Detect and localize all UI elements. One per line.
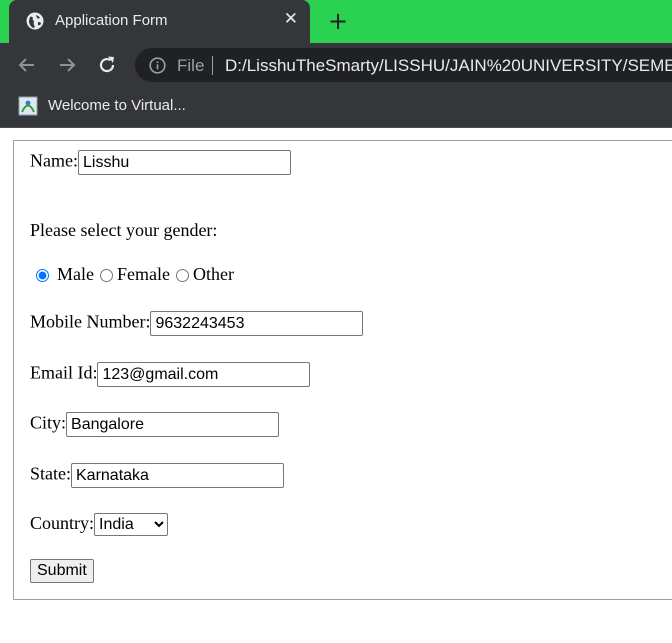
- bookmark-favicon: [18, 96, 38, 116]
- submit-button[interactable]: Submit: [30, 559, 94, 583]
- gender-prompt: Please select your gender:: [30, 220, 218, 240]
- tab-strip: Application Form ✕ +: [0, 0, 672, 43]
- country-row: Country: India: [30, 513, 169, 537]
- gender-label-female: Female: [116, 264, 170, 284]
- state-label: State:: [30, 463, 71, 484]
- back-arrow-icon[interactable]: [14, 52, 40, 78]
- city-label: City:: [30, 412, 67, 433]
- city-row: City:: [30, 412, 280, 437]
- name-input[interactable]: [77, 150, 291, 175]
- mobile-row: Mobile Number:: [30, 311, 364, 336]
- state-row: State:: [30, 463, 284, 488]
- url-text[interactable]: D:/LisshuTheSmarty/LISSHU/JAIN%20UNIVERS…: [225, 56, 672, 76]
- info-icon[interactable]: [149, 57, 166, 74]
- bookmark-item[interactable]: Welcome to Virtual...: [48, 97, 186, 114]
- name-row: Name:: [30, 150, 291, 175]
- forward-arrow-icon[interactable]: [54, 52, 80, 78]
- gender-radio-other[interactable]: [175, 269, 189, 283]
- city-input[interactable]: [66, 412, 280, 437]
- country-select[interactable]: India: [94, 513, 169, 537]
- mobile-input[interactable]: [150, 311, 364, 336]
- email-label: Email Id:: [30, 362, 98, 383]
- state-input[interactable]: [71, 463, 284, 488]
- gender-label-other: Other: [192, 264, 234, 284]
- gender-label-male: Male: [57, 264, 94, 284]
- email-input[interactable]: [97, 362, 311, 387]
- address-bar[interactable]: File D:/LisshuTheSmarty/LISSHU/JAIN%20UN…: [135, 48, 672, 82]
- new-tab-button[interactable]: +: [326, 6, 350, 36]
- gender-options: Male Female Other: [30, 264, 234, 285]
- gender-radio-female[interactable]: [99, 269, 113, 283]
- submit-row: Submit: [30, 559, 94, 583]
- browser-toolbar: File D:/LisshuTheSmarty/LISSHU/JAIN%20UN…: [0, 43, 672, 87]
- tab-title: Application Form: [55, 12, 168, 29]
- file-scheme-label: File: [177, 56, 205, 75]
- omnibox-separator: [212, 56, 213, 75]
- bookmarks-bar: Welcome to Virtual...: [0, 87, 672, 128]
- email-row: Email Id:: [30, 362, 311, 387]
- reload-icon[interactable]: [94, 52, 120, 78]
- country-label: Country:: [30, 513, 95, 533]
- mobile-label: Mobile Number:: [30, 311, 151, 332]
- active-tab[interactable]: Application Form ✕: [9, 0, 310, 43]
- close-tab-icon[interactable]: ✕: [284, 9, 298, 29]
- name-label: Name:: [30, 150, 78, 171]
- gender-radio-male[interactable]: [36, 269, 49, 283]
- globe-icon: [26, 12, 44, 30]
